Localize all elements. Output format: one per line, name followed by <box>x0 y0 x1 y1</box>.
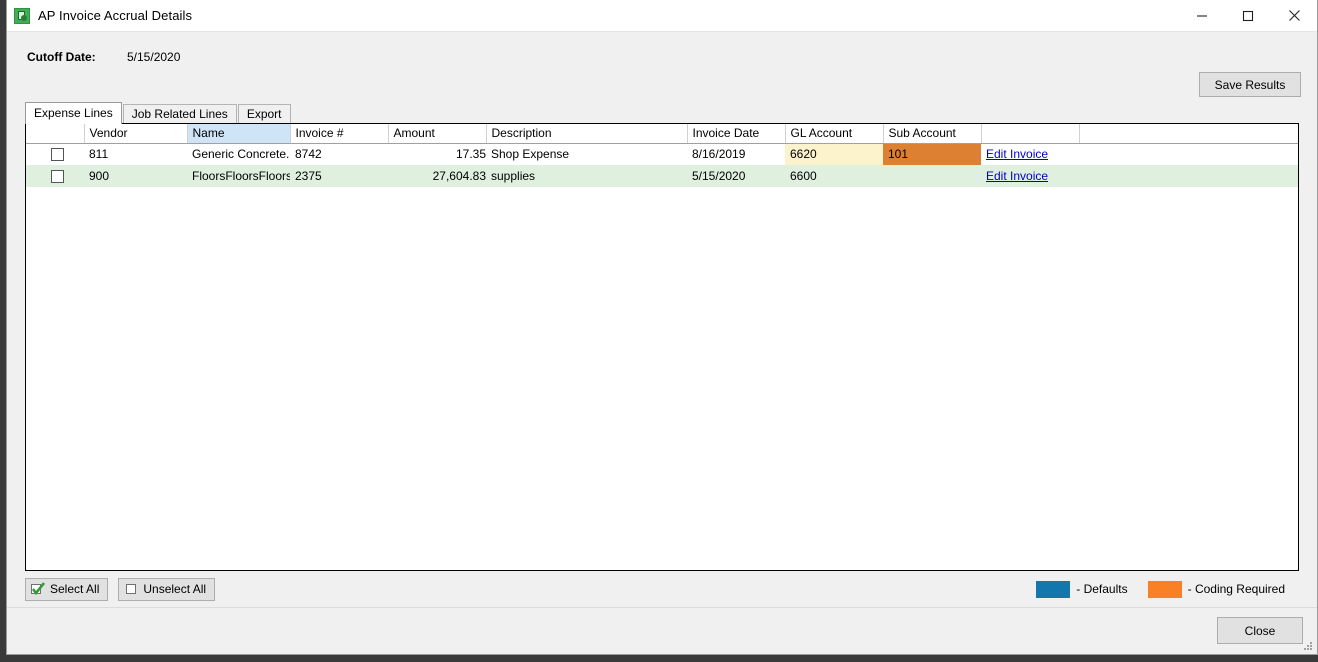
cell-name: FloorsFloorsFloors <box>187 165 290 187</box>
column-header-invoice[interactable]: Invoice # <box>290 124 389 144</box>
save-results-button[interactable]: Save Results <box>1199 72 1301 97</box>
cell-invoice: 8742 <box>295 147 322 162</box>
expense-lines-grid: Vendor Name Invoice # Amount Description Invo… <box>25 123 1299 571</box>
row-checkbox-cell[interactable] <box>26 143 84 165</box>
cell-filler <box>1079 165 1298 187</box>
unselect-all-label: Unselect All <box>143 582 207 596</box>
column-header-vendor[interactable]: Vendor <box>84 124 188 144</box>
cell-amount: 27,604.83 <box>388 165 486 187</box>
column-header-name[interactable]: Name <box>187 124 291 144</box>
table-row[interactable]: 900 FloorsFloorsFloors 2375 27,604.83 suppli… <box>26 165 1298 187</box>
row-checkbox[interactable] <box>51 170 64 184</box>
legend-label-0: - Defaults <box>1076 582 1128 596</box>
cell-edit-invoice: Edit Invoice <box>981 143 1079 165</box>
cell-description: supplies <box>486 165 687 187</box>
check-mark-icon <box>31 582 45 596</box>
cell-gl-account[interactable]: 6600 <box>785 165 883 187</box>
tab-job-related-lines[interactable]: Job Related Lines <box>122 104 237 123</box>
cell-name: Generic Concrete... <box>192 147 290 162</box>
column-header-sub_account[interactable]: Sub Account <box>883 124 982 144</box>
cell-gl-account[interactable]: 6620 <box>785 143 883 165</box>
legend-swatch-0 <box>1036 580 1071 598</box>
dialog-footer: Close <box>7 607 1317 654</box>
cell-invoice-date: 5/15/2020 <box>687 165 785 187</box>
grid-actions-bar: Select All Unselect All - Defaults - Codi… <box>25 571 1299 607</box>
cell-sub-account[interactable] <box>883 165 981 187</box>
grid-header-row: Vendor Name Invoice # Amount Description Invo… <box>26 124 1298 144</box>
cell-vendor: 900 <box>84 165 187 187</box>
close-button[interactable]: Close <box>1217 617 1303 644</box>
column-header-gl_account[interactable]: GL Account <box>785 124 884 144</box>
table-row[interactable]: 811 Generic Concrete... 8742 17.35 Shop Expe… <box>26 143 1298 165</box>
cell-filler <box>1079 143 1298 165</box>
row-checkbox-cell[interactable] <box>26 165 84 187</box>
cell-invoice: 2375 <box>290 165 388 187</box>
minimize-icon[interactable] <box>1179 0 1225 31</box>
maximize-icon[interactable] <box>1225 0 1271 31</box>
column-header-check[interactable] <box>26 124 85 144</box>
column-header-description[interactable]: Description <box>486 124 688 144</box>
cell-edit-invoice: Edit Invoice <box>981 165 1079 187</box>
cutoff-date-row: Cutoff Date: 5/15/2020 <box>7 42 1317 72</box>
column-header-filler[interactable] <box>1079 124 1298 144</box>
grid-empty-area <box>26 187 1298 570</box>
window-title: AP Invoice Accrual Details <box>38 8 193 23</box>
title-bar: AP Invoice Accrual Details <box>7 0 1317 32</box>
cutoff-date-label: Cutoff Date: <box>27 50 96 64</box>
edit-invoice-link[interactable]: Edit Invoice <box>986 169 1048 183</box>
resize-grip[interactable] <box>1301 639 1314 652</box>
cell-vendor: 811 <box>89 147 109 162</box>
color-legend: - Defaults - Coding Required <box>1036 580 1299 598</box>
legend-label-1: - Coding Required <box>1187 582 1285 596</box>
empty-checkbox-icon <box>124 582 138 596</box>
app-window: AP Invoice Accrual Details Cutoff Date: … <box>6 0 1318 655</box>
legend-swatch-1 <box>1147 580 1182 598</box>
window-controls <box>1179 0 1317 31</box>
column-header-invoice_date[interactable]: Invoice Date <box>687 124 786 144</box>
grid-table: Vendor Name Invoice # Amount Description Invo… <box>26 124 1298 187</box>
select-all-button[interactable]: Select All <box>25 577 109 601</box>
tab-strip: Expense Lines Job Related Lines Export <box>25 101 1317 124</box>
cell-sub-account[interactable]: 101 <box>883 143 981 165</box>
close-icon[interactable] <box>1271 0 1317 31</box>
cell-description: Shop Expense <box>491 147 570 162</box>
tab-export[interactable]: Export <box>237 104 291 123</box>
edit-invoice-link[interactable]: Edit Invoice <box>986 147 1048 161</box>
cell-amount: 17.35 <box>455 147 486 162</box>
column-header-edit[interactable] <box>981 124 1080 144</box>
row-checkbox[interactable] <box>51 148 64 162</box>
column-header-amount[interactable]: Amount <box>388 124 487 144</box>
cell-invoice-date: 8/16/2019 <box>692 147 746 162</box>
unselect-all-button[interactable]: Unselect All <box>118 577 216 601</box>
save-results-row: Save Results <box>7 72 1317 98</box>
select-all-label: Select All <box>50 582 100 596</box>
cutoff-date-value: 5/15/2020 <box>127 50 181 64</box>
tab-expense-lines[interactable]: Expense Lines <box>25 102 122 124</box>
app-green-icon <box>14 7 30 24</box>
